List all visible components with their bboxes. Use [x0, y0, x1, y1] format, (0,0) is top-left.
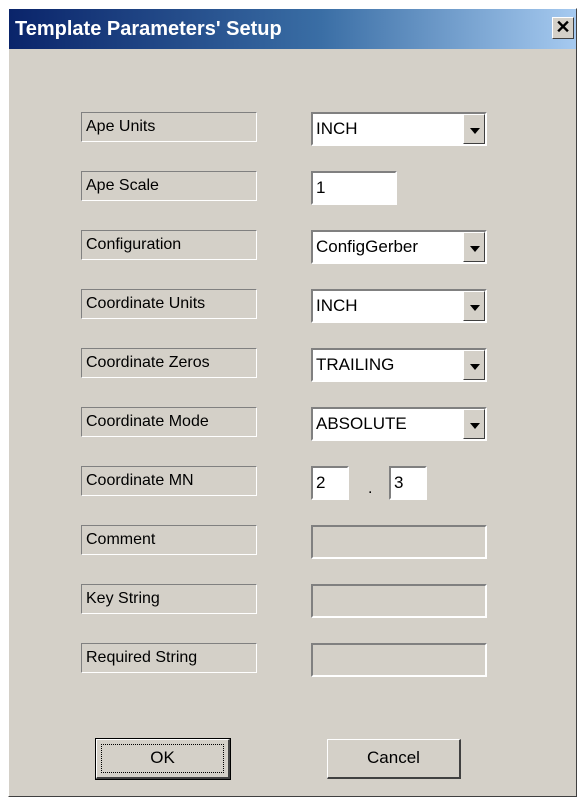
configuration-select[interactable]: ConfigGerber — [311, 230, 487, 264]
close-icon: ✕ — [555, 17, 571, 37]
chevron-down-icon[interactable] — [463, 350, 485, 380]
cancel-button[interactable]: Cancel — [327, 739, 461, 779]
comment-input[interactable] — [311, 525, 487, 559]
coordinate-zeros-select[interactable]: TRAILING — [311, 348, 487, 382]
comment-label: Comment — [81, 525, 257, 555]
coordinate-mode-label: Coordinate Mode — [81, 407, 257, 437]
row-configuration: Configuration ConfigGerber — [9, 230, 576, 264]
coordinate-mode-value: ABSOLUTE — [316, 414, 407, 433]
window-title: Template Parameters' Setup — [15, 18, 282, 40]
row-ape-scale: Ape Scale 1 — [9, 171, 576, 205]
coordinate-n-input[interactable]: 3 — [389, 466, 427, 500]
required-string-input[interactable] — [311, 643, 487, 677]
configuration-value: ConfigGerber — [316, 237, 419, 256]
row-comment: Comment — [9, 525, 576, 559]
close-button[interactable]: ✕ — [552, 17, 574, 39]
cancel-button-label: Cancel — [367, 748, 420, 767]
ok-button[interactable]: OK — [95, 738, 231, 780]
coordinate-zeros-value: TRAILING — [316, 355, 395, 374]
coordinate-mn-label: Coordinate MN — [81, 466, 257, 496]
chevron-down-icon[interactable] — [463, 114, 485, 144]
coordinate-zeros-label: Coordinate Zeros — [81, 348, 257, 378]
focus-ring — [101, 744, 224, 773]
chevron-down-icon[interactable] — [463, 291, 485, 321]
ape-units-label: Ape Units — [81, 112, 257, 142]
ape-units-value: INCH — [316, 119, 358, 138]
required-string-label: Required String — [81, 643, 257, 673]
template-parameters-dialog: Template Parameters' Setup ✕ Ape Units I… — [8, 8, 577, 797]
coordinate-mode-select[interactable]: ABSOLUTE — [311, 407, 487, 441]
chevron-down-icon[interactable] — [463, 409, 485, 439]
key-string-label: Key String — [81, 584, 257, 614]
row-coordinate-mn: Coordinate MN 2 . 3 — [9, 466, 576, 500]
coordinate-units-label: Coordinate Units — [81, 289, 257, 319]
row-coordinate-zeros: Coordinate Zeros TRAILING — [9, 348, 576, 382]
coordinate-mn-separator: . — [368, 480, 373, 497]
coordinate-units-value: INCH — [316, 296, 358, 315]
coordinate-m-input[interactable]: 2 — [311, 466, 349, 500]
configuration-label: Configuration — [81, 230, 257, 260]
title-bar[interactable]: Template Parameters' Setup ✕ — [9, 9, 576, 49]
row-required-string: Required String — [9, 643, 576, 677]
ape-scale-label: Ape Scale — [81, 171, 257, 201]
chevron-down-icon[interactable] — [463, 232, 485, 262]
row-coordinate-units: Coordinate Units INCH — [9, 289, 576, 323]
ape-units-select[interactable]: INCH — [311, 112, 487, 146]
row-ape-units: Ape Units INCH — [9, 112, 576, 146]
coordinate-units-select[interactable]: INCH — [311, 289, 487, 323]
row-key-string: Key String — [9, 584, 576, 618]
ape-scale-input[interactable]: 1 — [311, 171, 397, 205]
key-string-input[interactable] — [311, 584, 487, 618]
row-coordinate-mode: Coordinate Mode ABSOLUTE — [9, 407, 576, 441]
